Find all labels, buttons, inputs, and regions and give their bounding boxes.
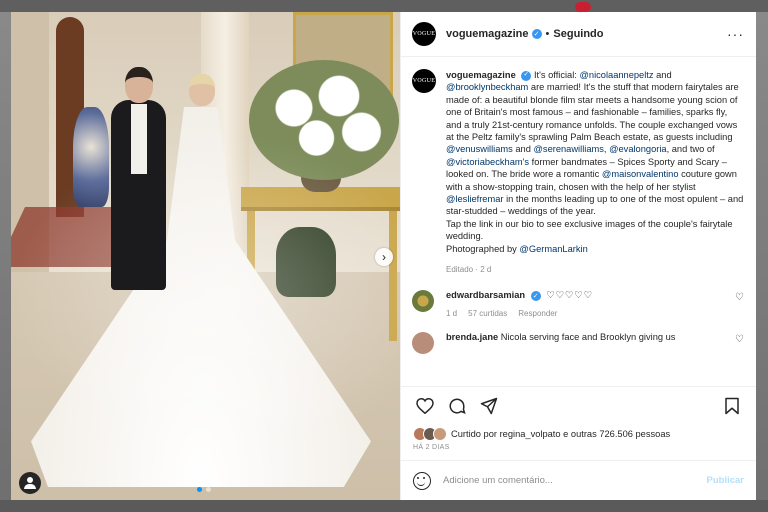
comment-icon[interactable]: [445, 394, 469, 418]
post-photo[interactable]: ›: [11, 12, 400, 500]
caption-fragment: Tap the link in our bio to see exclusive…: [446, 218, 733, 242]
mention-link[interactable]: @evalongoria: [609, 144, 667, 154]
caption: VOGUE voguemagazine ✓ It's official: @ni…: [412, 69, 744, 255]
caption-fragment: , and two of: [666, 144, 715, 155]
likes-text[interactable]: Curtido por regina_volpato e outras 726.…: [451, 429, 670, 439]
comment-text: ♡♡♡♡♡: [546, 290, 593, 301]
carousel-dot: [197, 487, 202, 492]
likes-summary: Curtido por regina_volpato e outras 726.…: [401, 424, 756, 444]
comment-time: 1 d: [446, 309, 458, 319]
mention-link[interactable]: @GermanLarkin: [519, 244, 587, 254]
notification-badge: [575, 2, 591, 12]
mention-link[interactable]: @venuswilliams: [446, 144, 513, 154]
post-actions: [401, 386, 756, 424]
comment-text: Nicola serving face and Brooklyn giving …: [500, 332, 676, 343]
chevron-right-icon: ›: [382, 250, 386, 264]
more-options-icon[interactable]: ···: [727, 26, 744, 42]
comment-avatar[interactable]: [412, 290, 434, 313]
caption-body: It's official: @nicolaannepeltz and @bro…: [446, 70, 743, 254]
caption-avatar[interactable]: VOGUE: [412, 69, 436, 93]
verified-icon: ✓: [521, 70, 532, 81]
header-separator: •: [545, 28, 550, 40]
comment-username[interactable]: brenda.jane: [446, 332, 498, 342]
caption-username[interactable]: voguemagazine: [446, 70, 516, 80]
comment-avatar[interactable]: [412, 332, 434, 355]
carousel-indicator: [197, 487, 211, 492]
post-timestamp: HÁ 2 DIAS: [413, 444, 450, 451]
verified-icon: ✓: [530, 290, 541, 301]
mention-link[interactable]: @maisonvalentino: [602, 169, 679, 179]
emoji-icon[interactable]: [413, 471, 431, 490]
post-header: VOGUE voguemagazine ✓ • Seguindo ···: [401, 12, 756, 57]
mention-link[interactable]: @victoriabeckham's: [446, 157, 529, 167]
caption-fragment: and: [653, 70, 672, 80]
liker-avatar[interactable]: [433, 427, 447, 441]
follow-status-button[interactable]: Seguindo: [553, 28, 603, 40]
caption-fragment: It's official:: [533, 70, 580, 80]
reply-button[interactable]: Responder: [518, 309, 557, 318]
mention-link[interactable]: @brooklynbeckham: [446, 82, 528, 92]
mention-link[interactable]: @lesliefremar: [446, 194, 503, 204]
comment: brenda.jane Nicola serving face and Broo…: [412, 332, 744, 355]
comment-composer: Publicar: [401, 460, 756, 500]
next-image-button[interactable]: ›: [375, 248, 393, 266]
background-feed-bottom: [0, 500, 768, 512]
post-modal: › VOGUE voguemagazine ✓ • Seguindo ··· V…: [11, 12, 756, 500]
publish-button[interactable]: Publicar: [707, 475, 745, 486]
carousel-dot: [206, 487, 211, 492]
bookmark-icon[interactable]: [720, 394, 744, 418]
share-icon[interactable]: [477, 394, 501, 418]
comment-input[interactable]: [443, 475, 707, 486]
comment-heart-icon[interactable]: ♡: [735, 334, 744, 345]
avatar[interactable]: VOGUE: [412, 22, 436, 46]
post-side-panel: VOGUE voguemagazine ✓ • Seguindo ··· VOG…: [400, 12, 756, 500]
user-tag-icon[interactable]: [19, 472, 41, 494]
comments-scroll-area[interactable]: VOGUE voguemagazine ✓ It's official: @ni…: [401, 57, 756, 386]
edited-label: Editado · 2 d: [446, 265, 492, 275]
comment: edwardbarsamian ✓ ♡♡♡♡♡ 1 d 57 curtidas …: [412, 290, 744, 318]
header-username[interactable]: voguemagazine: [446, 28, 529, 40]
comment-username[interactable]: edwardbarsamian: [446, 290, 525, 300]
caption-fragment: and: [512, 144, 534, 155]
heart-icon[interactable]: [413, 394, 437, 418]
verified-icon: ✓: [531, 29, 542, 39]
mention-link[interactable]: @nicolaannepeltz: [579, 70, 653, 80]
background-feed-top: [0, 0, 768, 12]
comment-likes[interactable]: 57 curtidas: [468, 309, 507, 318]
mention-link[interactable]: @serenawilliams: [533, 144, 603, 154]
comment-heart-icon[interactable]: ♡: [735, 292, 744, 303]
caption-text: voguemagazine ✓ It's official: @nicolaan…: [446, 69, 744, 255]
caption-fragment: Photographed by: [446, 243, 520, 254]
